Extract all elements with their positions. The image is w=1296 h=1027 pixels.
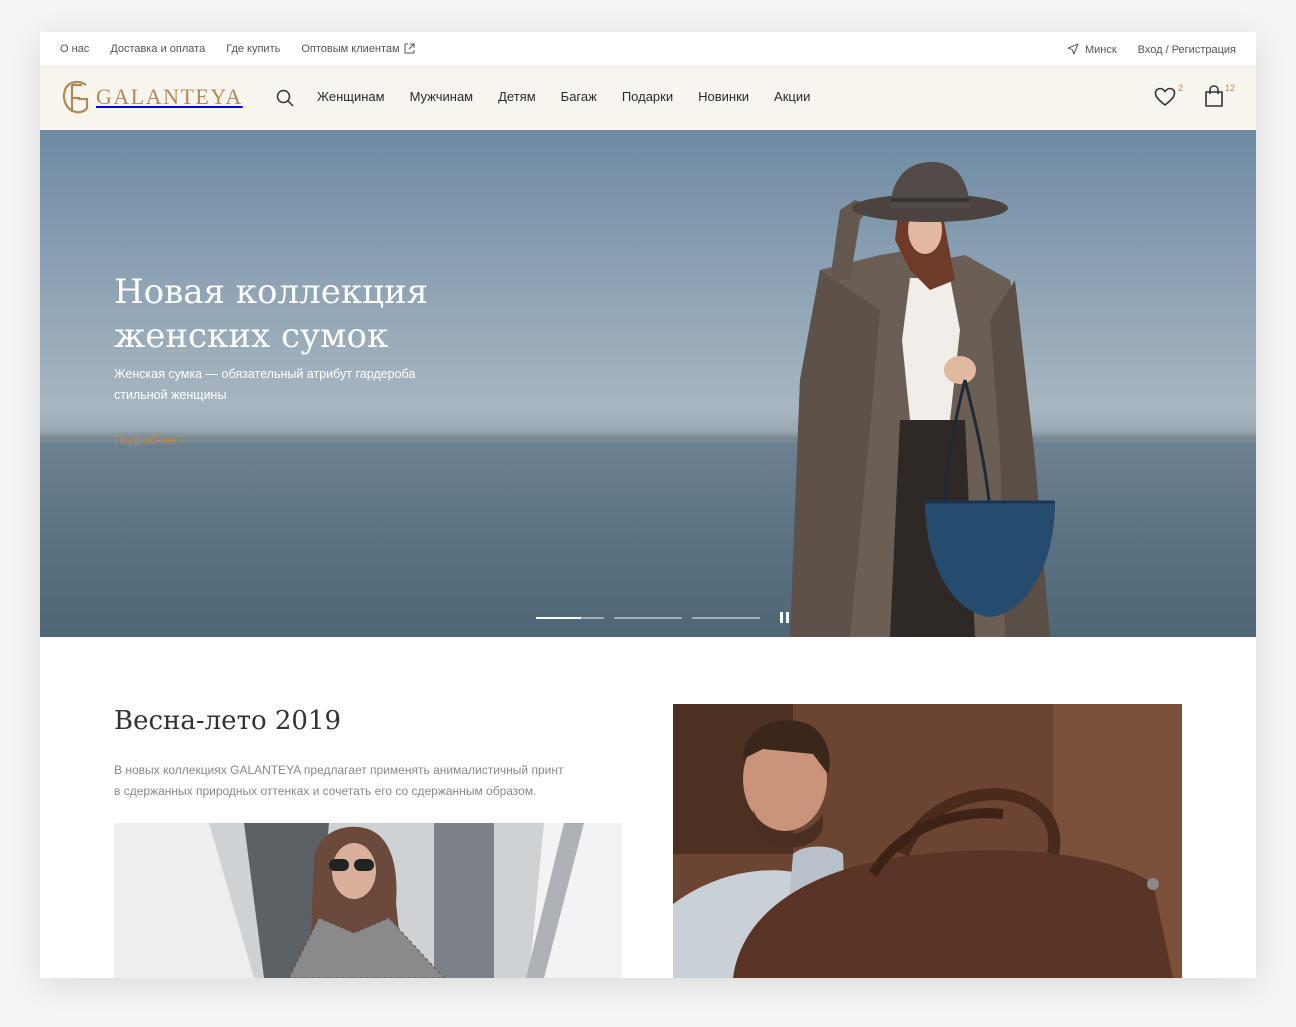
city-label: Минск (1084, 44, 1117, 56)
link-where-to-buy[interactable]: Где купить (226, 43, 280, 55)
nav-women[interactable]: Женщинам (317, 89, 385, 104)
slider-dot-1[interactable] (536, 617, 604, 619)
page: О нас Доставка и оплата Где купить Оптов… (40, 32, 1256, 978)
link-wholesale[interactable]: Оптовым клиентам (301, 43, 415, 55)
hero-title-line-2: женских сумок (114, 316, 389, 356)
hero-subtitle-line-1: Женская сумка — обязательный атрибут гар… (114, 367, 416, 381)
main-nav: Женщинам Мужчинам Детям Багаж Подарки Но… (317, 89, 835, 104)
section-text-line-2: в сдержанных природных оттенках и сочета… (114, 784, 537, 798)
collection-image-woman[interactable] (114, 823, 622, 978)
hero-more-label: Подробнее (114, 433, 177, 447)
cart-count-badge: 12 (1225, 83, 1236, 93)
slider-dot-3[interactable] (692, 617, 760, 619)
location-arrow-icon (1067, 43, 1079, 55)
city-selector[interactable]: Минск (1067, 43, 1117, 56)
main-header: GALANTEYA Женщинам Мужчинам Детям Багаж … (40, 65, 1256, 130)
nav-sale[interactable]: Акции (774, 89, 810, 104)
section-title: Весна-лето 2019 (114, 706, 342, 736)
top-right: Минск Вход / Регистрация (1067, 43, 1236, 56)
top-links: О нас Доставка и оплата Где купить Оптов… (60, 43, 415, 55)
nav-kids[interactable]: Детям (498, 89, 536, 104)
favorites-count-badge: 2 (1178, 83, 1184, 93)
nav-men[interactable]: Мужчинам (410, 89, 474, 104)
hero-subtitle-line-2: стильной женщины (114, 388, 227, 402)
hero-subtitle: Женская сумка — обязательный атрибут гар… (114, 364, 454, 406)
hero-title-line-1: Новая коллекция (114, 272, 429, 312)
section-text-line-1: В новых коллекциях GALANTEYA предлагает … (114, 763, 564, 777)
hero-more-link[interactable]: Подробнее › (114, 433, 184, 447)
chevron-right-icon: › (179, 433, 184, 447)
external-link-icon (404, 43, 415, 54)
link-wholesale-label: Оптовым клиентам (301, 43, 400, 55)
top-bar: О нас Доставка и оплата Где купить Оптов… (40, 32, 1256, 65)
link-delivery[interactable]: Доставка и оплата (110, 43, 205, 55)
section-text: В новых коллекциях GALANTEYA предлагает … (114, 760, 614, 802)
nav-gifts[interactable]: Подарки (622, 89, 673, 104)
pause-icon[interactable] (780, 612, 790, 624)
login-register-link[interactable]: Вход / Регистрация (1138, 44, 1236, 56)
logo[interactable]: GALANTEYA (60, 79, 243, 115)
shopping-bag-icon[interactable] (1204, 85, 1224, 107)
hero-model-image (790, 162, 1055, 637)
logo-monogram-icon (62, 80, 89, 114)
heart-icon[interactable] (1154, 87, 1176, 107)
link-about[interactable]: О нас (60, 43, 89, 55)
nav-new[interactable]: Новинки (698, 89, 749, 104)
hero-banner[interactable]: Новая коллекция женских сумок Женская су… (40, 130, 1256, 637)
nav-luggage[interactable]: Багаж (561, 89, 597, 104)
hero-title: Новая коллекция женских сумок (114, 270, 534, 358)
search-icon[interactable] (276, 89, 294, 107)
slider-controls (536, 612, 790, 624)
logo-text: GALANTEYA (96, 84, 243, 109)
slider-dot-2[interactable] (614, 617, 682, 619)
collection-image-man[interactable] (673, 704, 1182, 978)
